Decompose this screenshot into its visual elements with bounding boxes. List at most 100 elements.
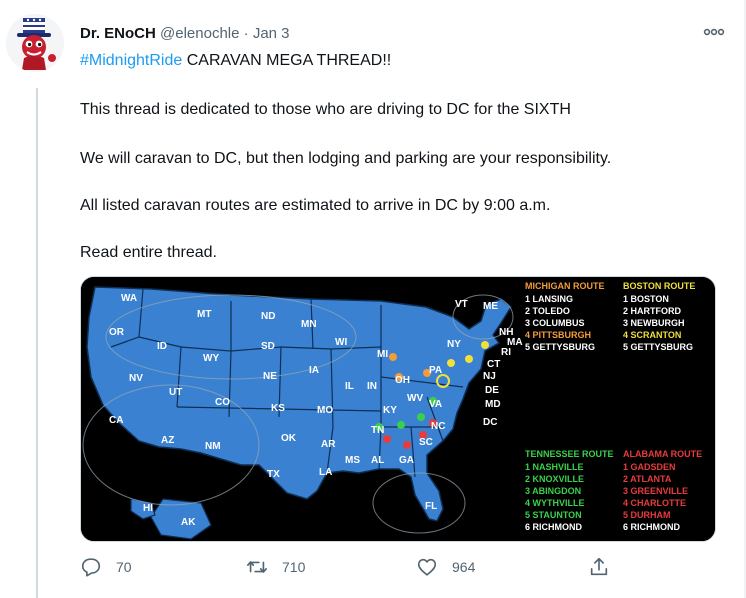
route-title-boston: BOSTON ROUTE xyxy=(623,281,695,291)
separator-dot: · xyxy=(243,25,249,42)
state-label: DC xyxy=(483,417,497,428)
route-stop: 2 TOLEDO xyxy=(525,306,570,316)
state-label: WY xyxy=(203,353,219,364)
state-label: NC xyxy=(431,421,445,432)
route-stop: 4 PITTSBURGH xyxy=(525,330,591,340)
tweet-date[interactable]: Jan 3 xyxy=(253,25,290,42)
tweet-header: Dr. ENoCH @elenochle · Jan 3 xyxy=(80,24,290,44)
tweet-media-map[interactable]: WA OR CA ID NV MT WY UT AZ CO NM ND SD N… xyxy=(80,276,716,542)
state-label: MI xyxy=(377,349,388,360)
caravan-map-graphic: WA OR CA ID NV MT WY UT AZ CO NM ND SD N… xyxy=(81,277,715,541)
state-label: PA xyxy=(429,365,442,376)
more-options-icon xyxy=(703,28,725,36)
like-icon xyxy=(417,558,437,576)
state-label: WV xyxy=(407,393,423,404)
state-label: AK xyxy=(181,517,196,528)
state-label: SD xyxy=(261,341,275,352)
state-label: LA xyxy=(319,467,332,478)
tweet-line-1-text: CARAVAN MEGA THREAD!! xyxy=(182,52,392,69)
reply-button[interactable]: 70 xyxy=(80,556,132,578)
route-stop: 3 COLUMBUS xyxy=(525,318,585,328)
tweet-line-5: Read entire thread. xyxy=(80,244,217,261)
route-stop: 1 GADSDEN xyxy=(623,462,676,472)
route-stop: 6 RICHMOND xyxy=(623,522,681,532)
state-label: IN xyxy=(367,381,377,392)
share-button[interactable] xyxy=(588,556,610,578)
retweet-icon xyxy=(247,561,267,573)
state-label: KY xyxy=(383,405,397,416)
state-label: TX xyxy=(267,469,280,480)
state-label: NE xyxy=(263,371,277,382)
state-label: GA xyxy=(399,455,414,466)
state-label: WA xyxy=(121,293,137,304)
like-count: 964 xyxy=(452,559,476,575)
state-label: NV xyxy=(129,373,143,384)
route-stop: 5 GETTYSBURG xyxy=(623,342,693,352)
route-stop: 4 CHARLOTTE xyxy=(623,498,686,508)
state-label: OR xyxy=(109,327,125,338)
state-label: WI xyxy=(335,337,347,348)
route-title-michigan: MICHIGAN ROUTE xyxy=(525,281,605,291)
state-label: ME xyxy=(483,301,498,312)
state-label: CA xyxy=(109,415,123,426)
avatar[interactable] xyxy=(6,14,64,72)
more-options-button[interactable] xyxy=(702,24,726,40)
reply-count: 70 xyxy=(116,559,132,575)
thread-connector-line xyxy=(36,88,38,598)
state-label: RI xyxy=(501,347,511,358)
state-label: AL xyxy=(371,455,384,466)
state-label: AZ xyxy=(161,435,174,446)
state-label: IL xyxy=(345,381,354,392)
state-label: VA xyxy=(429,399,442,410)
tweet-line-2: This thread is dedicated to those who ar… xyxy=(80,101,571,118)
state-label: MT xyxy=(197,309,211,320)
tweet-line-1: #MidnightRide CARAVAN MEGA THREAD!! xyxy=(80,50,391,71)
retweet-count: 710 xyxy=(282,559,306,575)
user-handle[interactable]: @elenochle xyxy=(160,25,239,42)
route-stop: 5 DURHAM xyxy=(623,510,671,520)
like-button[interactable]: 964 xyxy=(416,556,475,578)
state-label: UT xyxy=(169,387,182,398)
route-title-tennessee: TENNESSEE ROUTE xyxy=(525,449,614,459)
state-label: AR xyxy=(321,439,336,450)
route-stop: 2 HARTFORD xyxy=(623,306,681,316)
route-stop: 3 ABINGDON xyxy=(525,486,581,496)
route-stop: 1 BOSTON xyxy=(623,294,669,304)
state-label: TN xyxy=(371,425,384,436)
tweet-line-4: All listed caravan routes are estimated … xyxy=(80,197,551,214)
state-label: HI xyxy=(143,503,153,514)
uncle-sam-character-icon xyxy=(6,14,64,72)
state-label: MN xyxy=(301,319,317,330)
state-label: MD xyxy=(485,399,501,410)
state-label: NJ xyxy=(483,371,496,382)
route-stop: 3 NEWBURGH xyxy=(623,318,685,328)
share-icon xyxy=(590,557,608,576)
retweet-button[interactable]: 710 xyxy=(246,556,305,578)
reply-icon xyxy=(81,558,101,577)
tweet-line-3: We will caravan to DC, but then lodging … xyxy=(80,150,612,167)
route-stop: 5 STAUNTON xyxy=(525,510,582,520)
state-label: OK xyxy=(281,433,297,444)
state-label: VT xyxy=(455,299,468,310)
state-label: CT xyxy=(487,359,500,370)
tweet-action-bar: 70 710 964 xyxy=(80,556,640,582)
route-stop: 1 NASHVILLE xyxy=(525,462,584,472)
state-label: ID xyxy=(157,341,167,352)
route-stop: 3 GREENVILLE xyxy=(623,486,688,496)
route-stop: 2 ATLANTA xyxy=(623,474,672,484)
route-stop: 5 GETTYSBURG xyxy=(525,342,595,352)
route-stop: 4 SCRANTON xyxy=(623,330,681,340)
state-label: SC xyxy=(419,437,433,448)
route-stop: 4 WYTHVILLE xyxy=(525,498,585,508)
route-title-alabama: ALABAMA ROUTE xyxy=(623,449,702,459)
state-label: CO xyxy=(215,397,230,408)
state-label: MO xyxy=(317,405,333,416)
state-label: DE xyxy=(485,385,499,396)
state-label: KS xyxy=(271,403,285,414)
state-label: NM xyxy=(205,441,221,452)
state-label: OH xyxy=(395,375,410,386)
state-label: FL xyxy=(425,501,437,512)
display-name[interactable]: Dr. ENoCH xyxy=(80,25,156,42)
hashtag-link[interactable]: #MidnightRide xyxy=(80,52,182,69)
route-stop: 1 LANSING xyxy=(525,294,573,304)
